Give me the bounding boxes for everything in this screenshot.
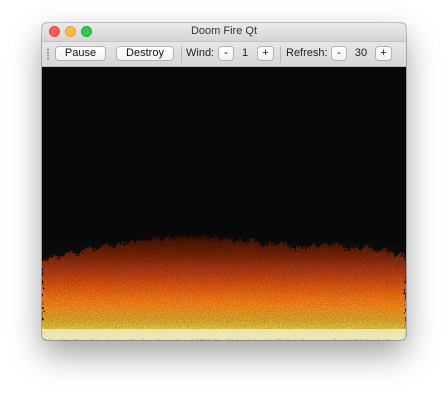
window-title: Doom Fire Qt: [190, 25, 257, 37]
toolbar-separator: [280, 46, 281, 63]
destroy-button[interactable]: Destroy: [116, 46, 174, 61]
toolbar: Pause Destroy Wind: - 1 + Refresh: - 30 …: [42, 42, 406, 67]
wind-label: Wind:: [186, 47, 215, 59]
refresh-label: Refresh:: [286, 47, 328, 59]
refresh-decrease-button[interactable]: -: [331, 46, 347, 61]
title-bar[interactable]: Doom Fire Qt: [42, 23, 406, 42]
refresh-value: 30: [354, 47, 368, 59]
pause-button[interactable]: Pause: [55, 46, 106, 61]
toolbar-grip-handle[interactable]: [47, 48, 49, 61]
fire-animation: [42, 233, 406, 340]
toolbar-separator: [181, 46, 182, 63]
wind-value: 1: [241, 47, 249, 59]
wind-decrease-button[interactable]: -: [218, 46, 234, 61]
fire-canvas: [42, 67, 406, 340]
refresh-increase-button[interactable]: +: [375, 46, 392, 61]
wind-increase-button[interactable]: +: [257, 46, 274, 61]
fire-noise-overlay: [42, 242, 406, 340]
fire-base: [42, 329, 406, 340]
app-window: Doom Fire Qt Pause Destroy Wind: - 1 + R…: [42, 23, 406, 340]
